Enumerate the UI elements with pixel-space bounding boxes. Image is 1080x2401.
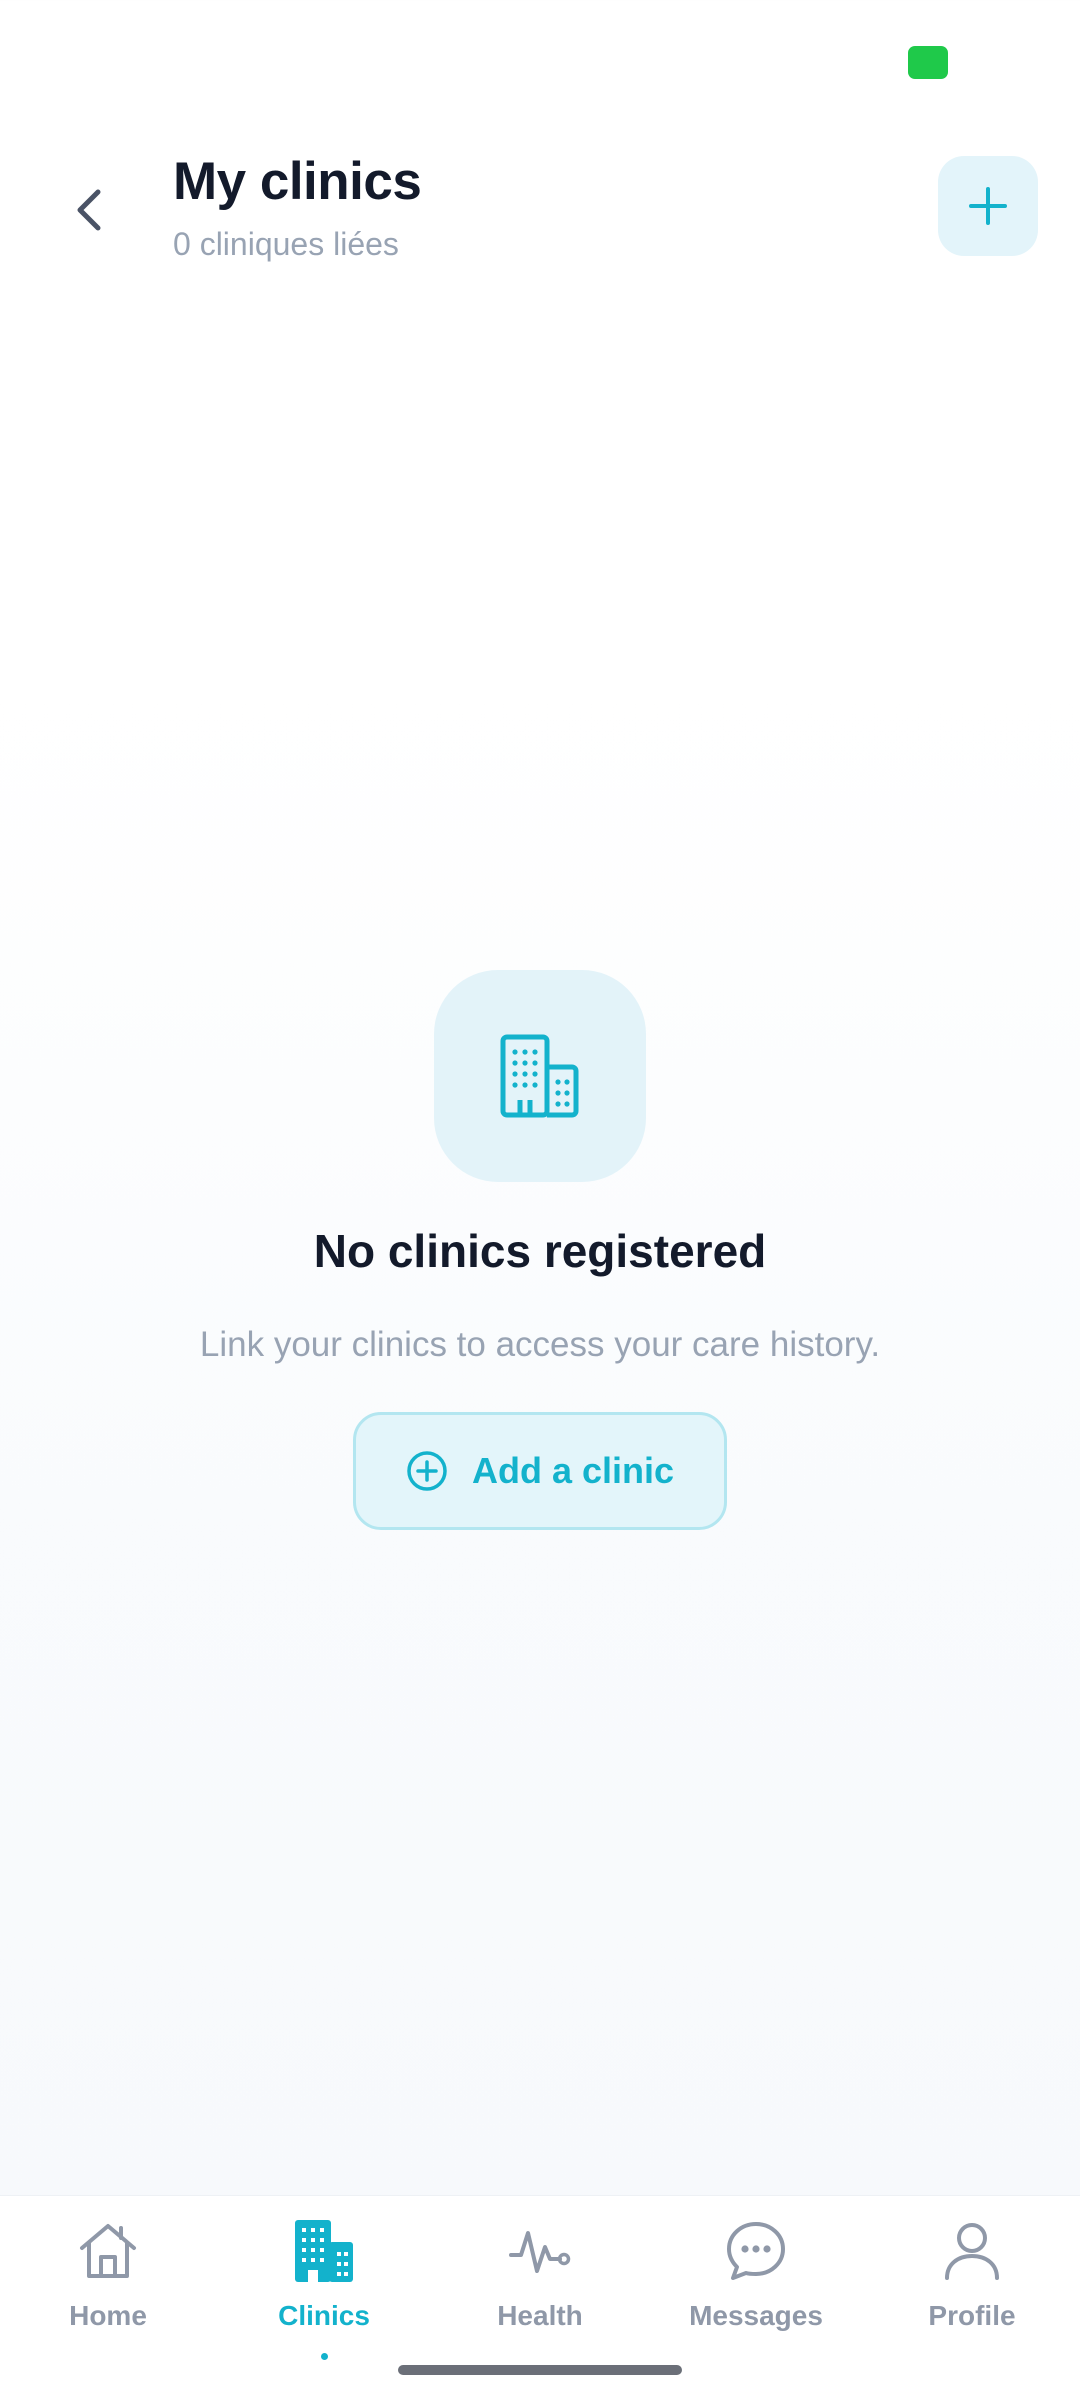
empty-state-title: No clinics registered xyxy=(313,1225,767,1277)
add-clinic-button-label: Add a clinic xyxy=(471,1450,675,1491)
home-indicator-bar[interactable] xyxy=(398,2365,682,2375)
status-indicator xyxy=(908,46,948,79)
add-clinic-header-button[interactable] xyxy=(938,156,1038,256)
nav-item-messages[interactable]: Messages xyxy=(656,2216,856,2356)
nav-item-clinics[interactable]: Clinics xyxy=(224,2216,424,2360)
nav-label: Messages xyxy=(689,2300,823,2331)
page-subtitle: 0 cliniques liées xyxy=(173,226,399,262)
add-clinic-button[interactable]: Add a clinic xyxy=(353,1412,727,1530)
pulse-icon xyxy=(509,2231,571,2273)
home-icon xyxy=(80,2224,136,2278)
building-icon xyxy=(295,2220,353,2282)
nav-label: Profile xyxy=(928,2300,1016,2331)
active-indicator-dot xyxy=(321,2353,328,2360)
empty-state-description: Link your clinics to access your care hi… xyxy=(199,1325,881,1364)
page-title: My clinics xyxy=(173,152,422,211)
chat-bubble-icon xyxy=(727,2222,785,2280)
nav-label: Health xyxy=(497,2300,583,2331)
nav-item-health[interactable]: Health xyxy=(440,2216,640,2356)
building-icon xyxy=(500,1034,579,1118)
nav-label: Home xyxy=(69,2300,147,2331)
nav-item-profile[interactable]: Profile xyxy=(872,2216,1072,2356)
user-icon xyxy=(945,2223,999,2280)
plus-icon xyxy=(969,187,1007,225)
chevron-left-icon xyxy=(77,189,101,231)
plus-circle-icon xyxy=(407,1451,447,1491)
empty-state-illustration xyxy=(434,970,646,1182)
back-button[interactable] xyxy=(50,170,130,250)
nav-item-home[interactable]: Home xyxy=(8,2216,208,2356)
nav-label: Clinics xyxy=(278,2300,370,2331)
